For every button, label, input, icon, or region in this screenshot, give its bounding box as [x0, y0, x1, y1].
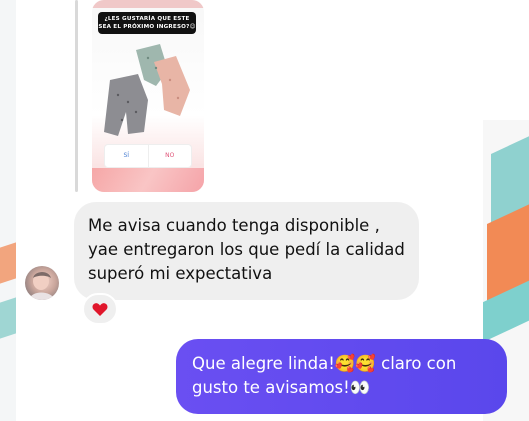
question-sticker: ¿LES GUSTARÍA QUE ESTE SEA EL PRÓXIMO IN… — [98, 12, 196, 34]
background-stripe — [0, 297, 16, 339]
heart-icon — [92, 302, 108, 316]
avatar[interactable] — [25, 266, 59, 300]
poll-option-yes: SÍ — [123, 152, 130, 159]
avatar-photo — [29, 272, 55, 300]
outgoing-message-bubble[interactable]: Que alegre linda!🥰🥰 claro con gusto te a… — [176, 339, 507, 414]
background-stripe — [0, 242, 16, 284]
story-bottom-decoration — [92, 168, 204, 192]
poll-option-no: NO — [147, 145, 192, 167]
message-line: Me avisa cuando tenga disponible , — [88, 216, 380, 235]
background-block — [483, 0, 529, 120]
heart-reaction[interactable] — [82, 293, 118, 325]
shared-story-card[interactable]: ¿LES GUSTARÍA QUE ESTE SEA EL PRÓXIMO IN… — [92, 0, 204, 192]
message-line: Que alegre linda!🥰🥰 claro con — [192, 354, 457, 373]
story-reply-indicator — [75, 0, 78, 192]
story-top-strip — [92, 0, 204, 8]
background-left-edge — [0, 0, 16, 421]
incoming-message-bubble[interactable]: Me avisa cuando tenga disponible , yae e… — [74, 202, 419, 300]
message-line: superó mi expectativa — [88, 264, 273, 283]
leggings-product-image — [104, 44, 190, 136]
poll-sticker: SÍ NO — [104, 144, 192, 168]
message-line: yae entregaron los que pedí la calidad — [88, 240, 405, 259]
message-line: gusto te avisamos!👀 — [192, 378, 371, 397]
